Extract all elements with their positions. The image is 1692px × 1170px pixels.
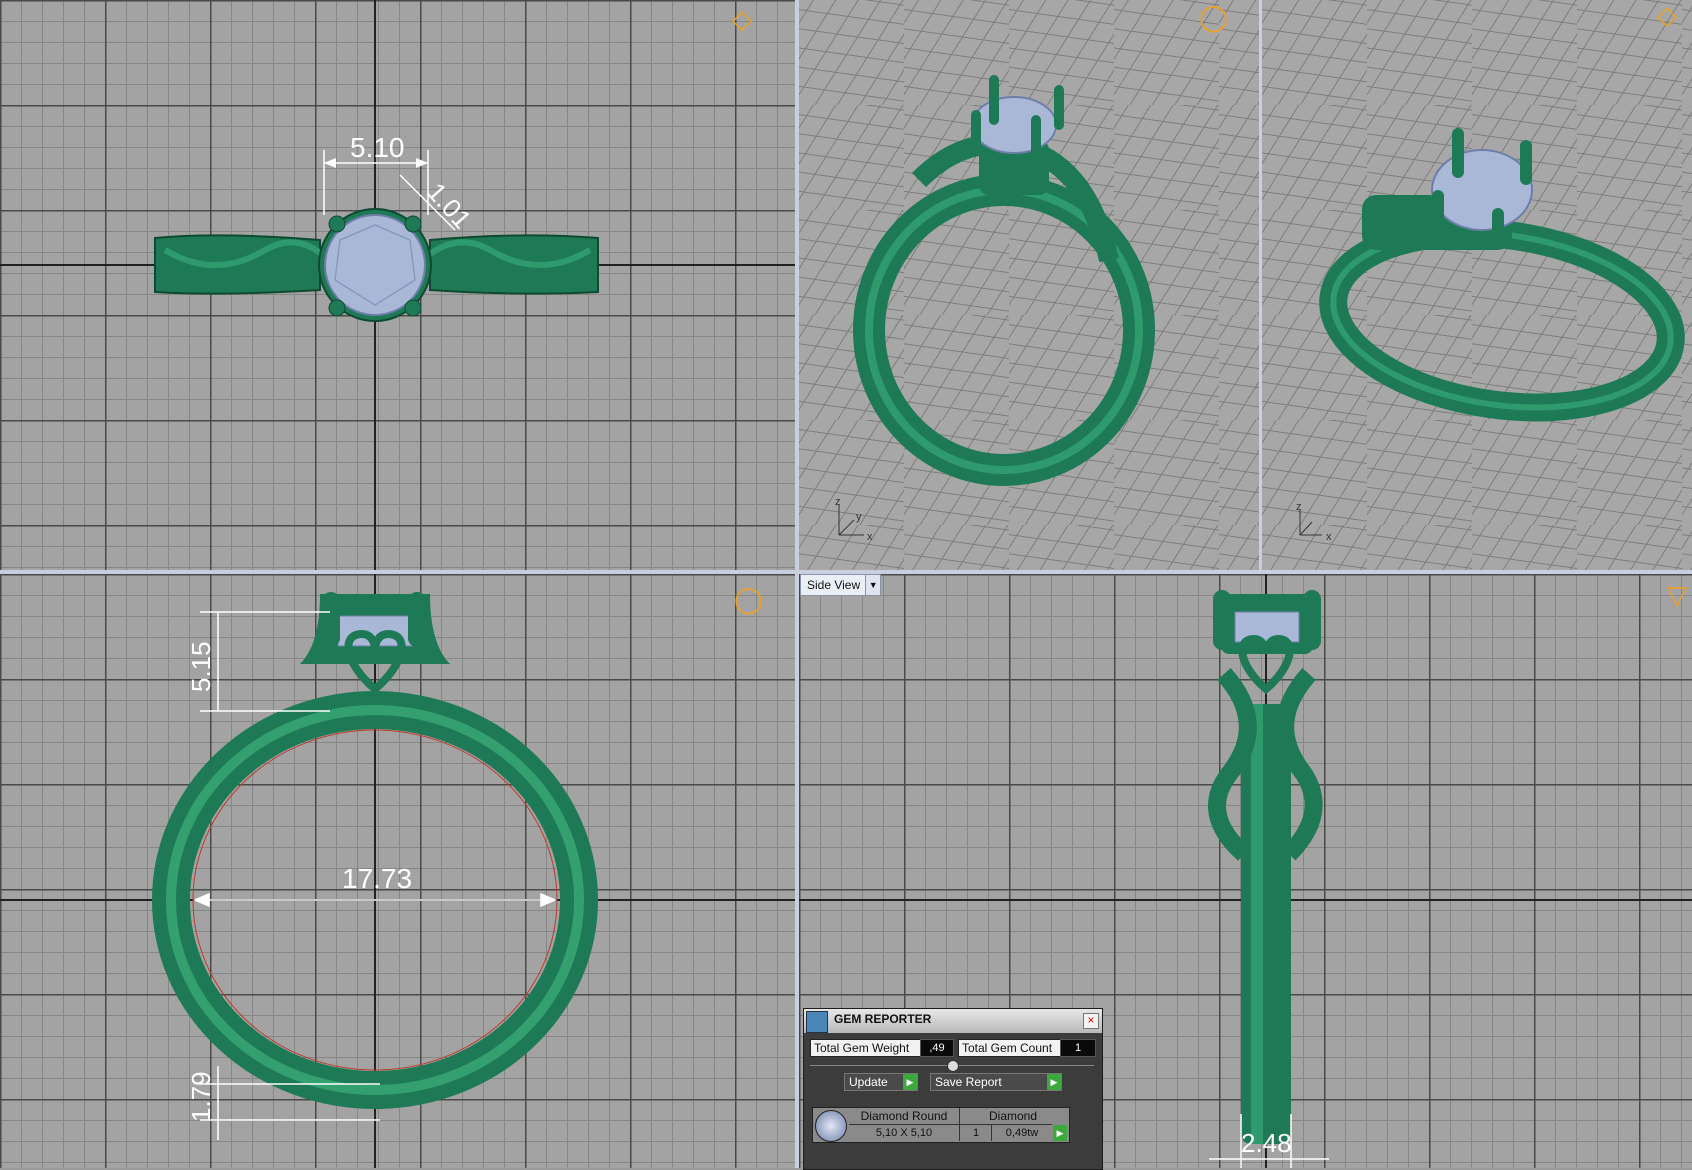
axis-z-label: z — [835, 496, 841, 508]
ring-icon[interactable]: ◯ — [1199, 4, 1228, 30]
viewport-perspective-2[interactable]: z x ◇ — [1262, 0, 1692, 570]
gem-reporter-panel: GEM REPORTER × Total Gem Weight ,49 Tota… — [803, 1008, 1103, 1170]
total-gem-weight-label: Total Gem Weight — [810, 1039, 924, 1057]
gem-list-row[interactable]: Diamond Round Diamond 5,10 X 5,10 1 0,49… — [812, 1107, 1070, 1143]
viewport-front[interactable]: 5.15 17.73 1.79 ◯ — [0, 574, 795, 1168]
play-icon: ▶ — [1047, 1074, 1061, 1090]
gem-reporter-title: GEM REPORTER — [834, 1012, 932, 1026]
axis-x-label: x — [867, 531, 873, 543]
axis-indicator-2 — [1299, 510, 1322, 536]
total-gem-count-value: 1 — [1060, 1039, 1096, 1057]
axis-z-label-2: z — [1296, 501, 1302, 513]
top-view-drawing: 5.10 1.01 — [0, 0, 795, 570]
view-selector[interactable]: Side View ▼ — [800, 574, 882, 596]
front-view-drawing: 5.15 17.73 1.79 — [0, 574, 795, 1168]
play-icon: ▶ — [903, 1074, 917, 1090]
gem-reporter-titlebar[interactable]: GEM REPORTER × — [804, 1009, 1102, 1033]
ring-front-icon[interactable]: ◯ — [734, 586, 763, 612]
gem-weight: 0,49tw — [991, 1124, 1052, 1141]
dim-front-inner: 17.73 — [342, 863, 412, 894]
ring-side-icon[interactable]: ▽ — [1667, 582, 1687, 608]
diamond-icon[interactable]: ◇ — [732, 6, 752, 32]
update-button-label: Update — [849, 1075, 888, 1089]
gem-size: 5,10 X 5,10 — [849, 1124, 959, 1141]
gem-thumbnail-icon — [815, 1110, 847, 1142]
axis-x-label-2: x — [1326, 531, 1332, 543]
dim-front-shank: 1.79 — [186, 1071, 216, 1122]
gem-material: Diamond — [959, 1108, 1066, 1124]
gem-reporter-icon — [806, 1011, 828, 1033]
total-gem-weight-value: ,49 — [920, 1039, 954, 1057]
viewport-perspective-1[interactable]: z x y ◯ — [799, 0, 1259, 570]
gem-count: 1 — [959, 1124, 992, 1141]
viewport-top[interactable]: 5.10 1.01 ◇ — [0, 0, 795, 570]
save-report-button-label: Save Report — [935, 1075, 1002, 1089]
dim-side-width: 2.48 — [1241, 1128, 1292, 1158]
close-icon[interactable]: × — [1083, 1013, 1099, 1029]
dim-top-prong: 1.01 — [421, 177, 477, 235]
axis-y-label: y — [856, 511, 862, 523]
perspective-1-drawing: z x y — [835, 75, 1155, 543]
splitter-handle-icon[interactable] — [947, 1060, 959, 1072]
chevron-down-icon[interactable]: ▼ — [865, 575, 881, 595]
dim-front-height: 5.15 — [186, 641, 216, 692]
ring-top-model — [154, 208, 599, 322]
ring-perspective-icon[interactable]: ◇ — [1657, 2, 1677, 28]
update-button[interactable]: Update ▶ — [844, 1073, 918, 1091]
perspective-2-drawing: z x — [1296, 128, 1685, 543]
total-gem-count-label: Total Gem Count — [958, 1039, 1064, 1057]
dim-top-width: 5.10 — [350, 132, 405, 163]
gem-name: Diamond Round — [860, 1109, 948, 1123]
save-report-button[interactable]: Save Report ▶ — [930, 1073, 1062, 1091]
view-selector-label: Side View — [807, 578, 861, 592]
play-icon[interactable]: ▶ — [1053, 1125, 1067, 1141]
